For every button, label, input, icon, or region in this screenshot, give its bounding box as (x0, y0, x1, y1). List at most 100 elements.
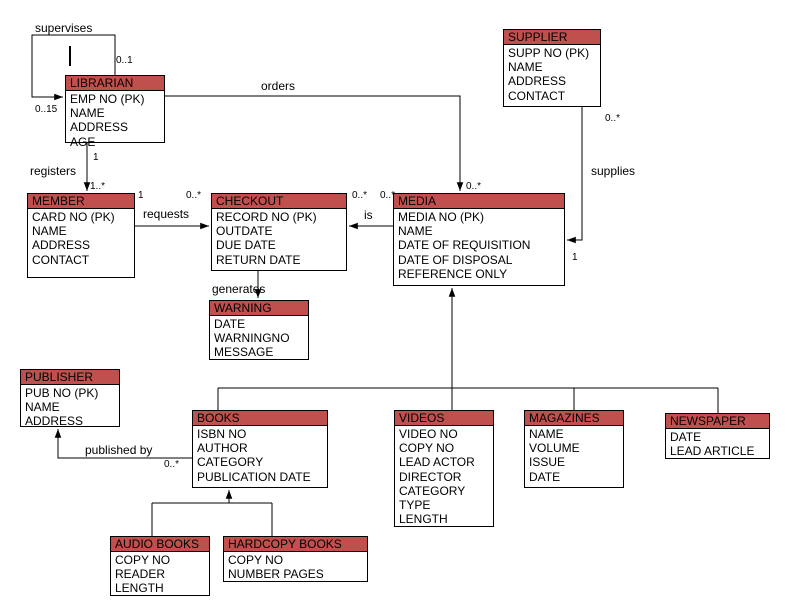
attribute-row: EMP NO (PK) (70, 92, 145, 106)
entity-magazines[interactable]: MAGAZINES NAME VOLUME ISSUE DATE (524, 410, 624, 488)
entity-attributes-warning: DATE WARNINGNO MESSAGE (210, 316, 308, 362)
entity-checkout[interactable]: CHECKOUT RECORD NO (PK) OUTDATE DUE DATE RET… (211, 193, 347, 271)
entity-attributes-librarian: EMP NO (PK) NAME ADDRESS AGE (66, 91, 164, 151)
cardinality-published-by-books: 0..* (164, 459, 180, 470)
attribute-row: READER (115, 567, 166, 582)
cardinality-supplies-media: 1 (572, 252, 578, 263)
attribute-row: WARNINGNO (214, 331, 290, 346)
relationship-label-supervises: supervises (35, 21, 93, 35)
cardinality-supervises-child: 0..15 (35, 104, 58, 115)
attribute-row: MEDIA NO (PK) (398, 210, 485, 224)
relationship-label-is: is (364, 208, 373, 222)
entity-attributes-publisher: PUB NO (PK) NAME ADDRESS (21, 385, 119, 431)
attribute-row: RETURN DATE (216, 252, 301, 267)
cardinality-requests-checkout: 0..* (186, 190, 202, 201)
attribute-row: DATE (214, 317, 246, 331)
entity-publisher[interactable]: PUBLISHER PUB NO (PK) NAME ADDRESS (20, 369, 120, 428)
entity-attributes-member: CARD NO (PK) NAME ADDRESS CONTACT (28, 209, 134, 269)
cardinality-supervises-parent: 0..1 (116, 55, 133, 66)
entity-audio-books[interactable]: AUDIO BOOKS COPY NO READER LENGTH (110, 536, 210, 596)
attribute-row: TYPE (399, 498, 431, 513)
wire-orders (165, 95, 464, 191)
relationship-label-requests: requests (143, 207, 190, 221)
attribute-row: ADDRESS (70, 120, 129, 135)
attribute-row: RECORD NO (PK) (216, 210, 317, 224)
cardinality-is-media: 0..* (380, 190, 396, 201)
attribute-row: ADDRESS (508, 74, 567, 89)
entity-title-publisher: PUBLISHER (21, 370, 119, 385)
attribute-row: LENGTH (399, 512, 448, 527)
cardinality-registers-member: 1..* (90, 181, 106, 192)
entity-title-videos: VIDEOS (395, 411, 493, 426)
attribute-row: COPY NO (115, 553, 171, 567)
entity-title-audio-books: AUDIO BOOKS (111, 537, 209, 552)
cardinality-orders-media: 0..* (466, 181, 482, 192)
attribute-row: ISBN NO (197, 427, 247, 441)
entity-warning[interactable]: WARNING DATE WARNINGNO MESSAGE (209, 300, 309, 360)
relationship-label-published-by: published by (85, 443, 153, 457)
attribute-row: NAME (508, 60, 543, 75)
entity-hardcopy-books[interactable]: HARDCOPY BOOKS COPY NO NUMBER PAGES (223, 536, 368, 582)
entity-newspaper[interactable]: NEWSPAPER DATE LEAD ARTICLE (665, 413, 770, 459)
entity-title-warning: WARNING (210, 301, 308, 316)
attribute-row: DATE OF REQUISITION (398, 238, 531, 253)
attribute-row: MESSAGE (214, 345, 274, 360)
attribute-row: PUB NO (PK) (25, 386, 99, 400)
attribute-row: REFERENCE ONLY (398, 266, 508, 281)
entity-books[interactable]: BOOKS ISBN NO AUTHOR CATEGORY PUBLICATION DA… (192, 410, 328, 488)
attribute-row: DATE (529, 469, 561, 484)
attribute-row: DIRECTOR (399, 469, 462, 484)
cardinality-supplies-supplier: 0..* (605, 113, 621, 124)
entity-title-hardcopy-books: HARDCOPY BOOKS (224, 537, 367, 552)
entity-attributes-hardcopy-books: COPY NO NUMBER PAGES (224, 552, 367, 583)
attribute-row: CARD NO (PK) (32, 210, 115, 224)
attribute-row: NAME (529, 427, 564, 441)
attribute-row: ISSUE (529, 455, 566, 470)
entity-title-newspaper: NEWSPAPER (666, 414, 769, 429)
attribute-row: CATEGORY (399, 483, 466, 498)
entity-title-media: MEDIA (394, 194, 564, 209)
entity-attributes-supplier: SUPP NO (PK) NAME ADDRESS CONTACT (504, 45, 600, 105)
entity-attributes-magazines: NAME VOLUME ISSUE DATE (525, 426, 623, 486)
er-diagram-canvas: LIBRARIAN EMP NO (PK) NAME ADDRESS AGE SUPPLI… (0, 0, 788, 611)
attribute-row: ADDRESS (32, 238, 91, 253)
relationship-label-generates: generates (212, 282, 266, 296)
attribute-row: DATE OF DISPOSAL (398, 252, 513, 267)
attribute-row: DUE DATE (216, 238, 276, 253)
attribute-row: NAME (70, 106, 105, 121)
entity-videos[interactable]: VIDEOS VIDEO NO COPY NO LEAD ACTOR DIRECTOR C… (394, 410, 494, 527)
attribute-row: LEAD ACTOR (399, 455, 475, 470)
attribute-row: CONTACT (508, 88, 566, 103)
attribute-row: NAME (32, 224, 67, 239)
entity-supplier[interactable]: SUPPLIER SUPP NO (PK) NAME ADDRESS CONTACT (503, 29, 601, 107)
wire-supplies (567, 107, 583, 244)
entity-title-member: MEMBER (28, 194, 134, 209)
entity-title-supplier: SUPPLIER (504, 30, 600, 45)
attribute-row: CATEGORY (197, 455, 264, 470)
attribute-row: COPY NO (228, 553, 284, 567)
entity-member[interactable]: MEMBER CARD NO (PK) NAME ADDRESS CONTACT (27, 193, 135, 278)
entity-media[interactable]: MEDIA MEDIA NO (PK) NAME DATE OF REQUISITIO… (393, 193, 565, 286)
entity-attributes-audio-books: COPY NO READER LENGTH (111, 552, 209, 598)
entity-attributes-books: ISBN NO AUTHOR CATEGORY PUBLICATION DATE (193, 426, 327, 486)
attribute-row: CONTACT (32, 252, 90, 267)
attribute-row: DATE (670, 430, 702, 444)
attribute-row: VOLUME (529, 441, 580, 456)
attribute-row: AUTHOR (197, 441, 248, 456)
attribute-row: NAME (25, 400, 60, 415)
cardinality-registers-librarian: 1 (93, 152, 99, 163)
attribute-row: LEAD ARTICLE (670, 444, 755, 459)
relationship-label-orders: orders (261, 79, 296, 93)
attribute-row: NUMBER PAGES (228, 567, 324, 582)
entity-title-magazines: MAGAZINES (525, 411, 623, 426)
attribute-row: COPY NO (399, 441, 455, 456)
cardinality-requests-member: 1 (138, 190, 144, 201)
attribute-row: PUBLICATION DATE (197, 469, 311, 484)
entity-attributes-media: MEDIA NO (PK) NAME DATE OF REQUISITION DATE… (394, 209, 564, 283)
attribute-row: ADDRESS (25, 414, 84, 429)
attribute-row: NAME (398, 224, 433, 239)
attribute-row: LENGTH (115, 581, 164, 596)
entity-librarian[interactable]: LIBRARIAN EMP NO (PK) NAME ADDRESS AGE (65, 75, 165, 149)
attribute-row: VIDEO NO (399, 427, 458, 441)
entity-attributes-videos: VIDEO NO COPY NO LEAD ACTOR DIRECTOR CATEGOR… (395, 426, 493, 528)
